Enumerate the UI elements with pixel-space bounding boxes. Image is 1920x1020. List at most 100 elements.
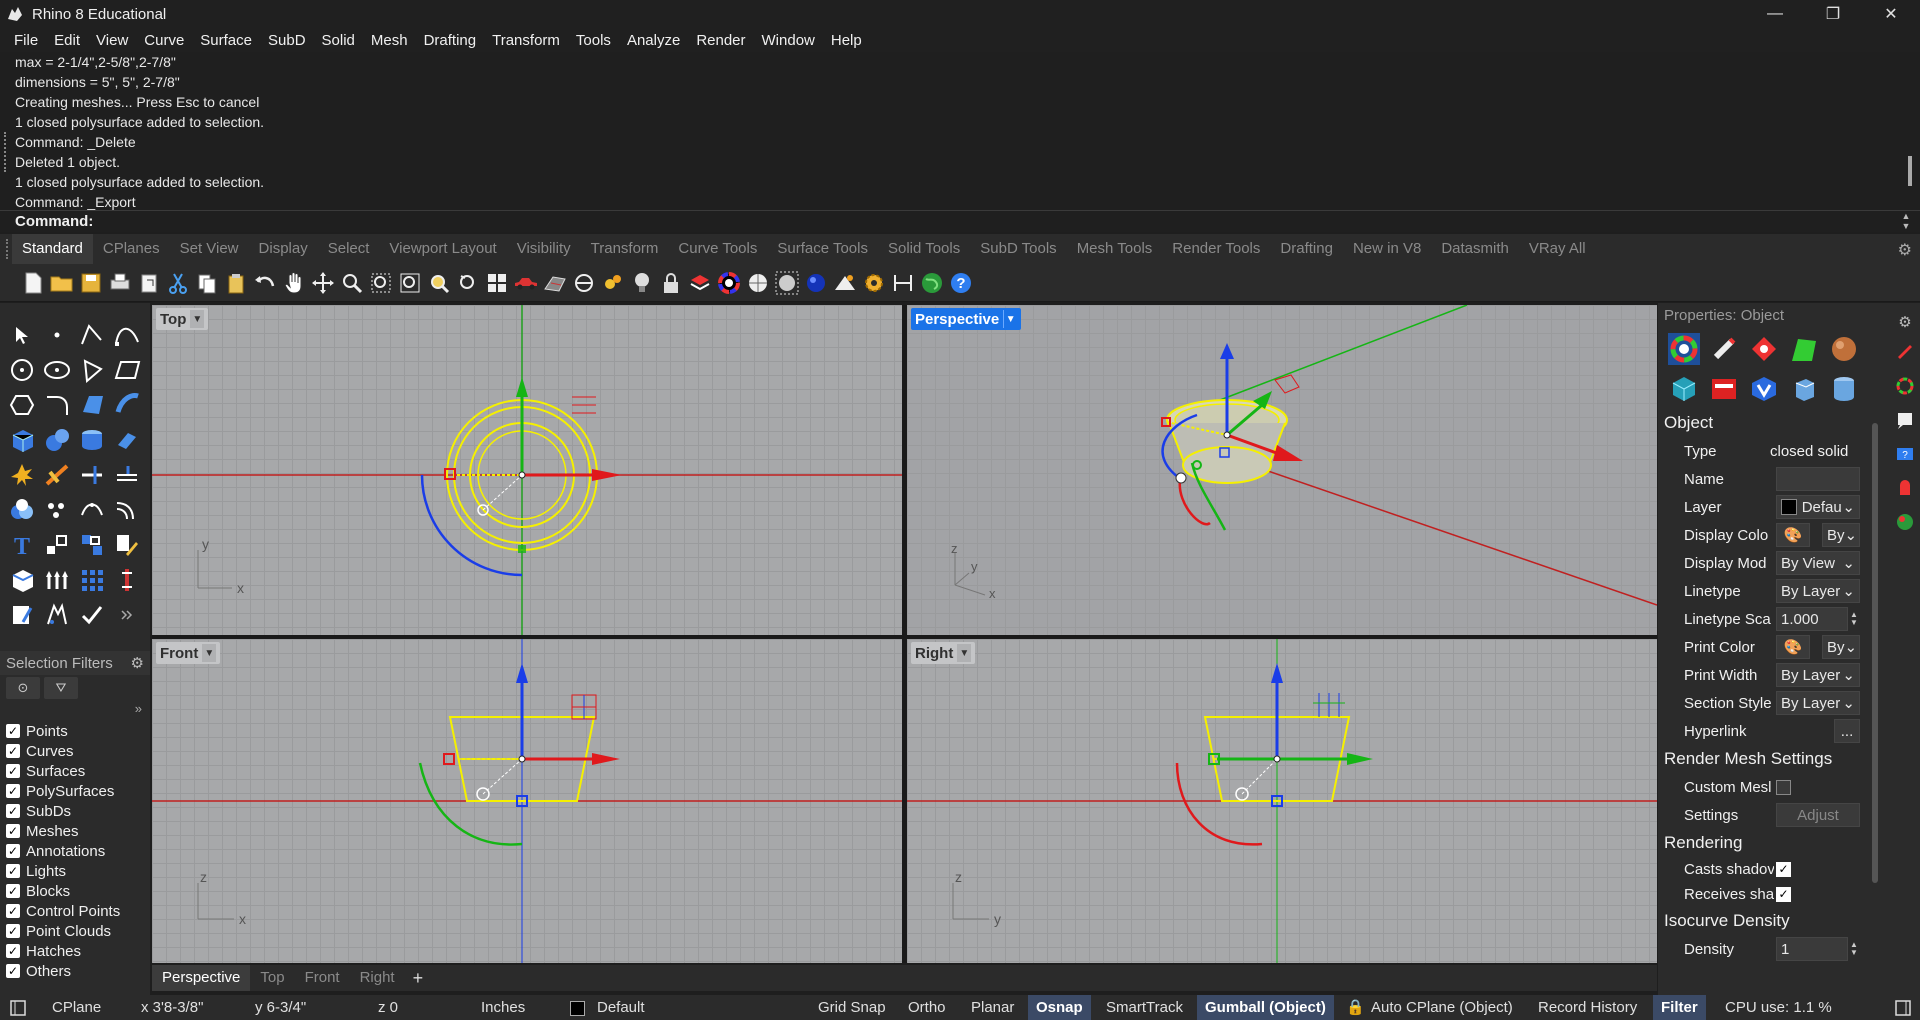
print-color-dropdown[interactable]: By ⌄ — [1822, 635, 1860, 659]
group-icon[interactable] — [74, 527, 109, 562]
split-icon[interactable] — [74, 457, 109, 492]
ortho-toggle[interactable]: Ortho — [908, 995, 946, 1020]
tab-select[interactable]: Select — [318, 234, 380, 264]
menu-analyze[interactable]: Analyze — [619, 32, 688, 49]
command-history[interactable]: max = 2-1/4",2-5/8",2-7/8" dimensions = … — [0, 52, 1920, 210]
filter-funnel-icon[interactable]: ⛛ — [44, 677, 78, 699]
viewport-title-perspective[interactable]: Perspective ▼ — [911, 308, 1022, 330]
display-color-dropdown[interactable]: By ⌄ — [1822, 523, 1860, 547]
menu-curve[interactable]: Curve — [136, 32, 192, 49]
vray-icon[interactable] — [1744, 369, 1784, 409]
menu-mesh[interactable]: Mesh — [363, 32, 416, 49]
help-icon[interactable]: ? — [946, 268, 975, 298]
filter-control-points[interactable]: ✓ Control Points — [0, 901, 150, 921]
undo-icon[interactable] — [250, 268, 279, 298]
gear-icon[interactable]: ⚙ — [1898, 313, 1911, 331]
zoom-icon[interactable] — [337, 268, 366, 298]
checkbox-checked[interactable]: ✓ — [6, 844, 20, 858]
tab-subd-tools[interactable]: SubD Tools — [970, 234, 1066, 264]
bulb-icon[interactable] — [627, 268, 656, 298]
settings-gear-icon[interactable]: ⚙ — [131, 654, 144, 672]
print-icon[interactable] — [105, 268, 134, 298]
hyperlink-button[interactable]: ... — [1834, 719, 1860, 743]
filter-toggle[interactable]: Filter — [1653, 995, 1706, 1020]
solid-box-icon[interactable] — [4, 562, 39, 597]
layers-icon[interactable] — [685, 268, 714, 298]
properties-tab-icon[interactable] — [1896, 343, 1914, 365]
menu-view[interactable]: View — [88, 32, 136, 49]
decal-icon[interactable] — [1744, 329, 1784, 369]
gear-icon[interactable]: ⚙ — [1898, 240, 1912, 260]
command-input[interactable] — [95, 211, 1875, 233]
color-wheel-icon[interactable] — [714, 268, 743, 298]
save-icon[interactable] — [76, 268, 105, 298]
history-scrollbar[interactable] — [1906, 56, 1912, 206]
checkbox-checked[interactable]: ✓ — [6, 804, 20, 818]
tab-curve-tools[interactable]: Curve Tools — [668, 234, 767, 264]
lights-icon[interactable] — [598, 268, 627, 298]
filter-points[interactable]: ✓ Points — [0, 721, 150, 741]
color-swatch-icon[interactable]: 🎨 — [1776, 523, 1810, 547]
viewport-front[interactable]: z x Front ▼ — [152, 639, 902, 963]
checkbox-checked[interactable]: ✓ — [6, 964, 20, 978]
cut-icon[interactable] — [163, 268, 192, 298]
material-icon[interactable] — [1704, 329, 1744, 369]
section-style-dropdown[interactable]: By Layer ⌄ — [1776, 691, 1860, 715]
vtab-front[interactable]: Front — [295, 965, 350, 991]
import-icon[interactable] — [134, 268, 163, 298]
checkbox-checked[interactable]: ✓ — [1776, 887, 1791, 902]
osnap-toggle[interactable]: Osnap — [1028, 995, 1091, 1020]
menu-help[interactable]: Help — [823, 32, 870, 49]
expand-icon[interactable]: » — [0, 701, 150, 721]
select-arrow-icon[interactable] — [4, 317, 39, 352]
checkbox-checked[interactable]: ✓ — [6, 764, 20, 778]
checkbox-checked[interactable]: ✓ — [1776, 862, 1791, 877]
zoom-extents-icon[interactable] — [395, 268, 424, 298]
chevron-down-icon[interactable]: ▼ — [1003, 310, 1018, 328]
tab-drafting[interactable]: Drafting — [1270, 234, 1343, 264]
open-folder-icon[interactable] — [47, 268, 76, 298]
text-icon[interactable]: T — [4, 527, 39, 562]
curve-icon[interactable] — [109, 317, 144, 352]
texture-mapping-icon[interactable] — [1784, 329, 1824, 369]
color-swatch-icon[interactable]: 🎨 — [1776, 635, 1810, 659]
tab-cplanes[interactable]: CPlanes — [93, 234, 170, 264]
explode-icon[interactable] — [4, 457, 39, 492]
custom-mesh-checkbox[interactable] — [1776, 779, 1791, 795]
more-tools-icon[interactable] — [109, 597, 144, 632]
filter-annotations[interactable]: ✓ Annotations — [0, 841, 150, 861]
zoom-selected-icon[interactable] — [424, 268, 453, 298]
linetype-scale-field[interactable]: 1.000 — [1776, 607, 1848, 631]
render-window-icon[interactable] — [1704, 369, 1744, 409]
panel-grip[interactable] — [4, 132, 8, 172]
current-layer[interactable]: Default — [597, 995, 645, 1020]
zoom-window-icon[interactable] — [366, 268, 395, 298]
tab-transform[interactable]: Transform — [581, 234, 669, 264]
menu-tools[interactable]: Tools — [568, 32, 619, 49]
check-icon[interactable] — [74, 597, 109, 632]
extrude-icon[interactable] — [109, 422, 144, 457]
layer-swatch[interactable] — [570, 995, 585, 1020]
cylinder-prop-icon[interactable] — [1824, 369, 1864, 409]
glass-cube-icon[interactable] — [1784, 369, 1824, 409]
blue-sphere-icon[interactable] — [801, 268, 830, 298]
checkbox-checked[interactable]: ✓ — [6, 724, 20, 738]
menu-edit[interactable]: Edit — [46, 32, 88, 49]
menu-file[interactable]: File — [6, 32, 46, 49]
gumball-toggle[interactable]: Gumball (Object) — [1197, 995, 1334, 1020]
filter-hatches[interactable]: ✓ Hatches — [0, 941, 150, 961]
menu-transform[interactable]: Transform — [484, 32, 568, 49]
filter-subds[interactable]: ✓ SubDs — [0, 801, 150, 821]
tab-mesh-tools[interactable]: Mesh Tools — [1067, 234, 1163, 264]
tab-standard[interactable]: Standard — [12, 234, 93, 264]
chevron-down-icon[interactable]: ▼ — [202, 644, 217, 662]
layer-dropdown[interactable]: Defau ⌄ — [1776, 495, 1860, 519]
checkbox-checked[interactable]: ✓ — [6, 784, 20, 798]
filter-blocks[interactable]: ✓ Blocks — [0, 881, 150, 901]
panel-toggle-right-icon[interactable] — [1895, 995, 1911, 1020]
planar-toggle[interactable]: Planar — [971, 995, 1014, 1020]
points-on-icon[interactable] — [39, 492, 74, 527]
filter-others[interactable]: ✓ Others — [0, 961, 150, 981]
checkbox-checked[interactable]: ✓ — [6, 824, 20, 838]
copy-icon[interactable] — [192, 268, 221, 298]
